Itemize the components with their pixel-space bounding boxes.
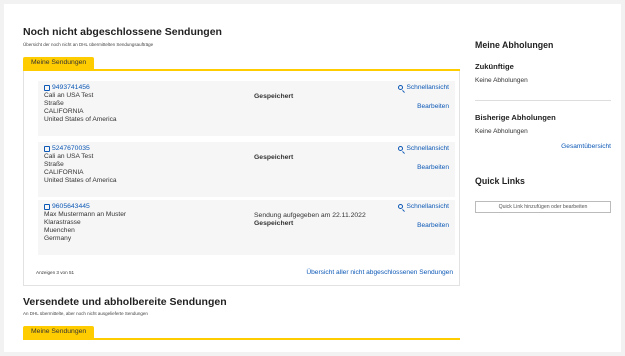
sidebar-divider	[475, 100, 611, 101]
shipment-id[interactable]: 5247670035	[52, 145, 90, 152]
quick-view-link[interactable]: Schnellansicht	[398, 145, 449, 152]
edit-link[interactable]: Bearbeiten	[417, 164, 449, 171]
future-pickups-text: Keine Abholungen	[475, 77, 528, 84]
address-line: Straße	[44, 100, 64, 107]
overview-link[interactable]: Gesamtübersicht	[561, 143, 611, 150]
shipment-id[interactable]: 9493741456	[52, 84, 90, 91]
open-shipments-title: Noch nicht abgeschlossene Sendungen	[23, 26, 222, 38]
tab-my-shipments[interactable]: Meine Sendungen	[23, 57, 95, 69]
shipment-submitted-date: Sendung aufgegeben am 22.11.2022	[254, 212, 366, 219]
shipment-row: 9493741456 Cali an USA Test Straße CALIF…	[38, 81, 455, 136]
future-pickups-heading: Zukünftige	[475, 62, 514, 71]
shipment-row: 5247670035 Cali an USA Test Straße CALIF…	[38, 142, 455, 197]
address-line: Straße	[44, 161, 64, 168]
package-icon	[44, 84, 50, 91]
shipment-id-link[interactable]: 5247670035	[44, 145, 90, 152]
magnifier-icon	[398, 204, 404, 209]
past-pickups-text: Keine Abholungen	[475, 128, 528, 135]
address-line: CALIFORNIA	[44, 108, 84, 115]
quick-view-link[interactable]: Schnellansicht	[398, 84, 449, 91]
tab-underline	[23, 338, 460, 340]
open-shipments-panel: 9493741456 Cali an USA Test Straße CALIF…	[23, 71, 460, 286]
address-line: Max Mustermann an Muster	[44, 211, 127, 218]
edit-link[interactable]: Bearbeiten	[417, 103, 449, 110]
sent-shipments-subtitle: An DHL übermittelte, aber noch nicht aus…	[23, 311, 148, 316]
shipment-status: Gespeichert	[254, 220, 294, 227]
open-shipments-subtitle: Übersicht der noch nicht an DHL übermitt…	[23, 42, 154, 47]
shipment-status: Gespeichert	[254, 154, 294, 161]
address-line: Germany	[44, 235, 72, 242]
shipment-id-link[interactable]: 9605643445	[44, 203, 90, 210]
all-open-shipments-link[interactable]: Übersicht aller nicht abgeschlossenen Se…	[306, 269, 453, 276]
sent-shipments-title: Versendete und abholbereite Sendungen	[23, 296, 227, 308]
address-line: Klarastrasse	[44, 219, 81, 226]
address-line: Cali an USA Test	[44, 153, 94, 160]
quick-view-label[interactable]: Schnellansicht	[406, 203, 449, 210]
edit-link[interactable]: Bearbeiten	[417, 222, 449, 229]
address-line: CALIFORNIA	[44, 169, 84, 176]
magnifier-icon	[398, 85, 404, 90]
page-frame: Noch nicht abgeschlossene Sendungen Über…	[4, 4, 621, 352]
results-count: Anzeigen 3 von 51	[36, 270, 75, 275]
quick-links-heading: Quick Links	[475, 176, 525, 186]
quick-view-link[interactable]: Schnellansicht	[398, 203, 449, 210]
address-line: Muenchen	[44, 227, 75, 234]
tab-my-sent-shipments[interactable]: Meine Sendungen	[23, 326, 95, 338]
package-icon	[44, 203, 50, 210]
magnifier-icon	[398, 146, 404, 151]
address-line: Cali an USA Test	[44, 92, 94, 99]
shipment-status: Gespeichert	[254, 93, 294, 100]
edit-quick-links-button[interactable]: Quick Link hinzufügen oder bearbeiten	[475, 201, 611, 213]
shipment-id[interactable]: 9605643445	[52, 203, 90, 210]
package-icon	[44, 145, 50, 152]
address-line: United States of America	[44, 116, 117, 123]
shipment-id-link[interactable]: 9493741456	[44, 84, 90, 91]
quick-view-label[interactable]: Schnellansicht	[406, 84, 449, 91]
pickups-title: Meine Abholungen	[475, 40, 554, 50]
quick-view-label[interactable]: Schnellansicht	[406, 145, 449, 152]
past-pickups-heading: Bisherige Abholungen	[475, 113, 556, 122]
address-line: United States of America	[44, 177, 117, 184]
shipment-row: 9605643445 Max Mustermann an Muster Klar…	[38, 200, 455, 255]
